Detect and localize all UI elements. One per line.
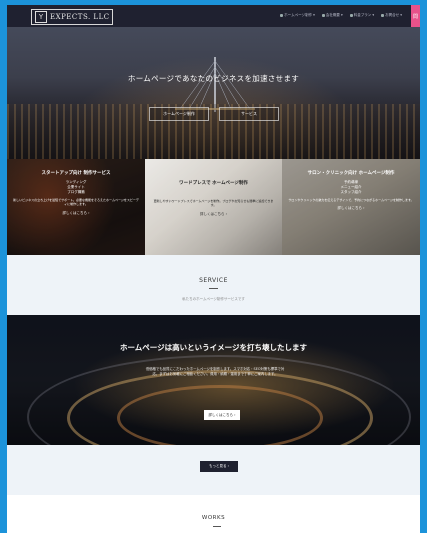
works-section: WORKS (7, 495, 420, 533)
site-logo[interactable]: Y EXPECTS. LLC (31, 9, 113, 25)
card-link[interactable]: 詳しくはこちら › (282, 206, 420, 211)
nav-item-contact[interactable]: お問合せ ▾ (381, 13, 402, 18)
card-link[interactable]: 詳しくはこちら › (145, 212, 282, 217)
nav-building-icon (321, 13, 325, 17)
banner-title: ホームページは高いというイメージを打ち壊したします (120, 343, 307, 352)
card-title: ワードプレスで ホームページ制作 (179, 181, 248, 186)
nav-label: ホームページ制作 ▾ (284, 13, 315, 17)
nav-label: 料金プラン ▾ (353, 13, 375, 17)
hero-service-button[interactable]: サービス (219, 107, 279, 121)
card-link[interactable]: 詳しくはこちら › (7, 211, 145, 216)
service-section: SERVICE 私たちのホームページ制作サービスです (7, 255, 420, 315)
nav-item-pricing[interactable]: 料金プラン ▾ (349, 13, 375, 18)
banner-details-button[interactable]: 詳しくはこちら › (204, 410, 240, 420)
promo-banner: ホームページは高いというイメージを打ち壊したします 低価格でも品質にこだわったホ… (7, 315, 420, 445)
nav-item-production[interactable]: ホームページ制作 ▾ (280, 13, 315, 18)
more-section: もっと見る › (7, 445, 420, 495)
card-title: スタートアップ向け 制作サービス (41, 171, 111, 176)
web-page: Y EXPECTS. LLC ホームページ制作 ▾ 会社概要 ▾ 料金プラン ▾… (7, 5, 420, 533)
section-subtitle: 私たちのホームページ制作サービスです (182, 297, 245, 301)
global-nav: ホームページ制作 ▾ 会社概要 ▾ 料金プラン ▾ お問合せ ▾ (280, 13, 402, 18)
nav-label: お問合せ ▾ (385, 13, 402, 17)
card-startup[interactable]: スタートアップ向け 制作サービス ランディング 企業サイト ブログ構築 新しいビ… (7, 159, 145, 255)
logo-mark-icon: Y (35, 11, 47, 23)
hero-title: ホームページであなたのビジネスを加速させます (127, 74, 300, 83)
logo-text: EXPECTS. LLC (50, 13, 110, 21)
banner-overlay (7, 315, 420, 445)
nav-mail-icon (381, 13, 385, 17)
section-divider (209, 288, 218, 289)
hero-production-button[interactable]: ホームページ制作 (149, 107, 209, 121)
section-title: SERVICE (199, 277, 228, 284)
nav-label: 会社概要 ▾ (325, 13, 343, 17)
card-list: ランディング 企業サイト ブログ構築 (7, 180, 145, 195)
card-list-item: スタッフ紹介 (340, 190, 362, 194)
hero-section: ホームページであなたのビジネスを加速させます ホームページ制作 サービス (7, 27, 420, 159)
city-lights (7, 104, 420, 159)
section-title: WORKS (201, 515, 226, 521)
nav-home-icon (280, 13, 284, 17)
service-cards: スタートアップ向け 制作サービス ランディング 企業サイト ブログ構築 新しいビ… (7, 159, 420, 255)
nav-item-company[interactable]: 会社概要 ▾ (321, 13, 343, 18)
window-frame-left (0, 0, 7, 533)
more-button[interactable]: もっと見る › (200, 461, 238, 472)
card-list: 予約導線 メニュー紹介 スタッフ紹介 (282, 180, 420, 195)
card-wordpress[interactable]: ワードプレスで ホームページ制作 更新しやすいワードプレスでホームページを制作。… (145, 159, 282, 255)
site-header: Y EXPECTS. LLC ホームページ制作 ▾ 会社概要 ▾ 料金プラン ▾… (7, 5, 420, 27)
card-list-item: ブログ構築 (67, 190, 85, 194)
card-description: 新しいビジネスの立ち上げを最短でサポート。必要な機能をそろえたホームページをスピ… (13, 198, 139, 207)
card-description: サロンやクリニックの魅力を伝えるデザインで、予約につながるホームページを制作しま… (288, 198, 414, 202)
card-title: サロン・クリニック向け ホームページ制作 (307, 171, 395, 176)
section-divider (213, 526, 221, 527)
contact-tab[interactable]: 問 (411, 5, 420, 27)
card-description: 更新しやすいワードプレスでホームページを制作。ブログやお知らせも簡単に追加できま… (153, 199, 274, 208)
card-salon-clinic[interactable]: サロン・クリニック向け ホームページ制作 予約導線 メニュー紹介 スタッフ紹介 … (282, 159, 420, 255)
banner-body: 低価格でも品質にこだわったホームページを制作します。スマホ対応・SEO対策も標準… (145, 367, 285, 376)
nav-yen-icon (349, 13, 353, 17)
window-frame-right (420, 0, 427, 533)
